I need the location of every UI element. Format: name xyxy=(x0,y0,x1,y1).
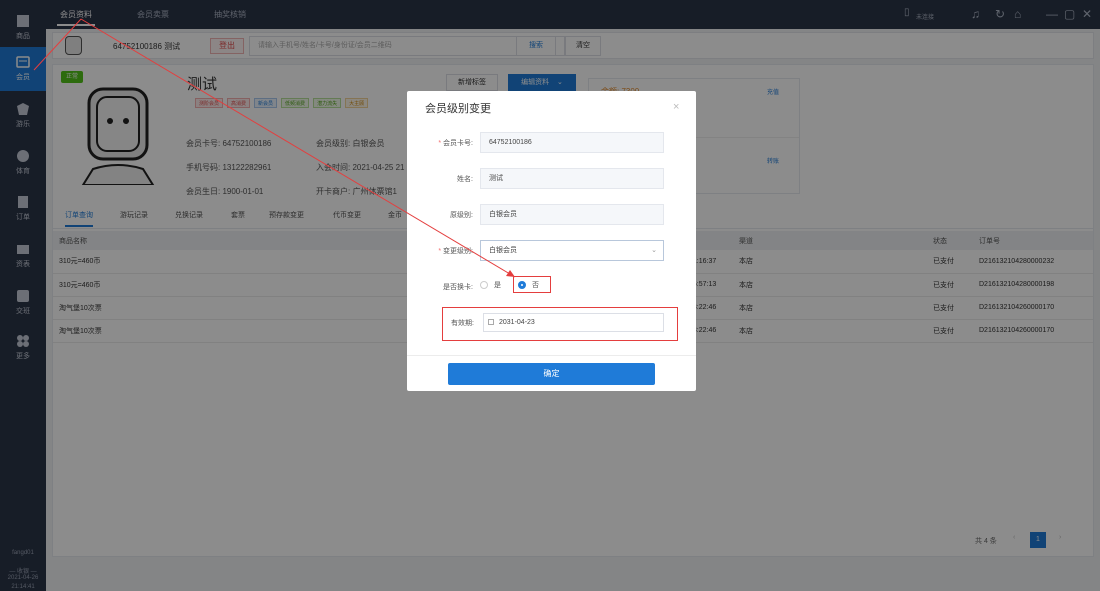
card-no-field: 64752100186 xyxy=(480,132,664,153)
chevron-down-icon: ⌄ xyxy=(651,247,657,254)
expiry-date-value: 2031-04-23 xyxy=(499,319,535,326)
radio-yes-label: 是 xyxy=(494,282,501,289)
card-no-label-text: 会员卡号: xyxy=(443,140,473,147)
divider xyxy=(407,355,696,356)
highlight-box xyxy=(513,276,551,293)
name-field: 测试 xyxy=(480,168,664,189)
confirm-button[interactable]: 确定 xyxy=(448,363,655,385)
old-level-field: 白银会员 xyxy=(480,204,664,225)
old-level-label: 原级别: xyxy=(450,212,473,219)
name-label: 姓名: xyxy=(457,176,473,183)
new-level-label: * 变更级别: xyxy=(438,248,473,255)
level-change-dialog: 会员级别变更 × * 会员卡号: 64752100186 姓名: 测试 原级别:… xyxy=(407,91,696,391)
new-level-select[interactable]: 白银会员 ⌄ xyxy=(480,240,664,261)
dialog-title: 会员级别变更 xyxy=(425,103,491,115)
calendar-icon xyxy=(488,319,494,325)
close-icon[interactable]: × xyxy=(673,101,679,113)
change-card-label: 是否换卡: xyxy=(443,284,473,291)
card-no-label: * 会员卡号: xyxy=(438,140,473,147)
expiry-label: 有效期: xyxy=(451,320,474,327)
expiry-date-input[interactable]: 2031-04-23 xyxy=(483,313,664,332)
new-level-value: 白银会员 xyxy=(489,247,517,254)
new-level-label-text: 变更级别: xyxy=(443,248,473,255)
radio-yes[interactable] xyxy=(480,281,488,289)
